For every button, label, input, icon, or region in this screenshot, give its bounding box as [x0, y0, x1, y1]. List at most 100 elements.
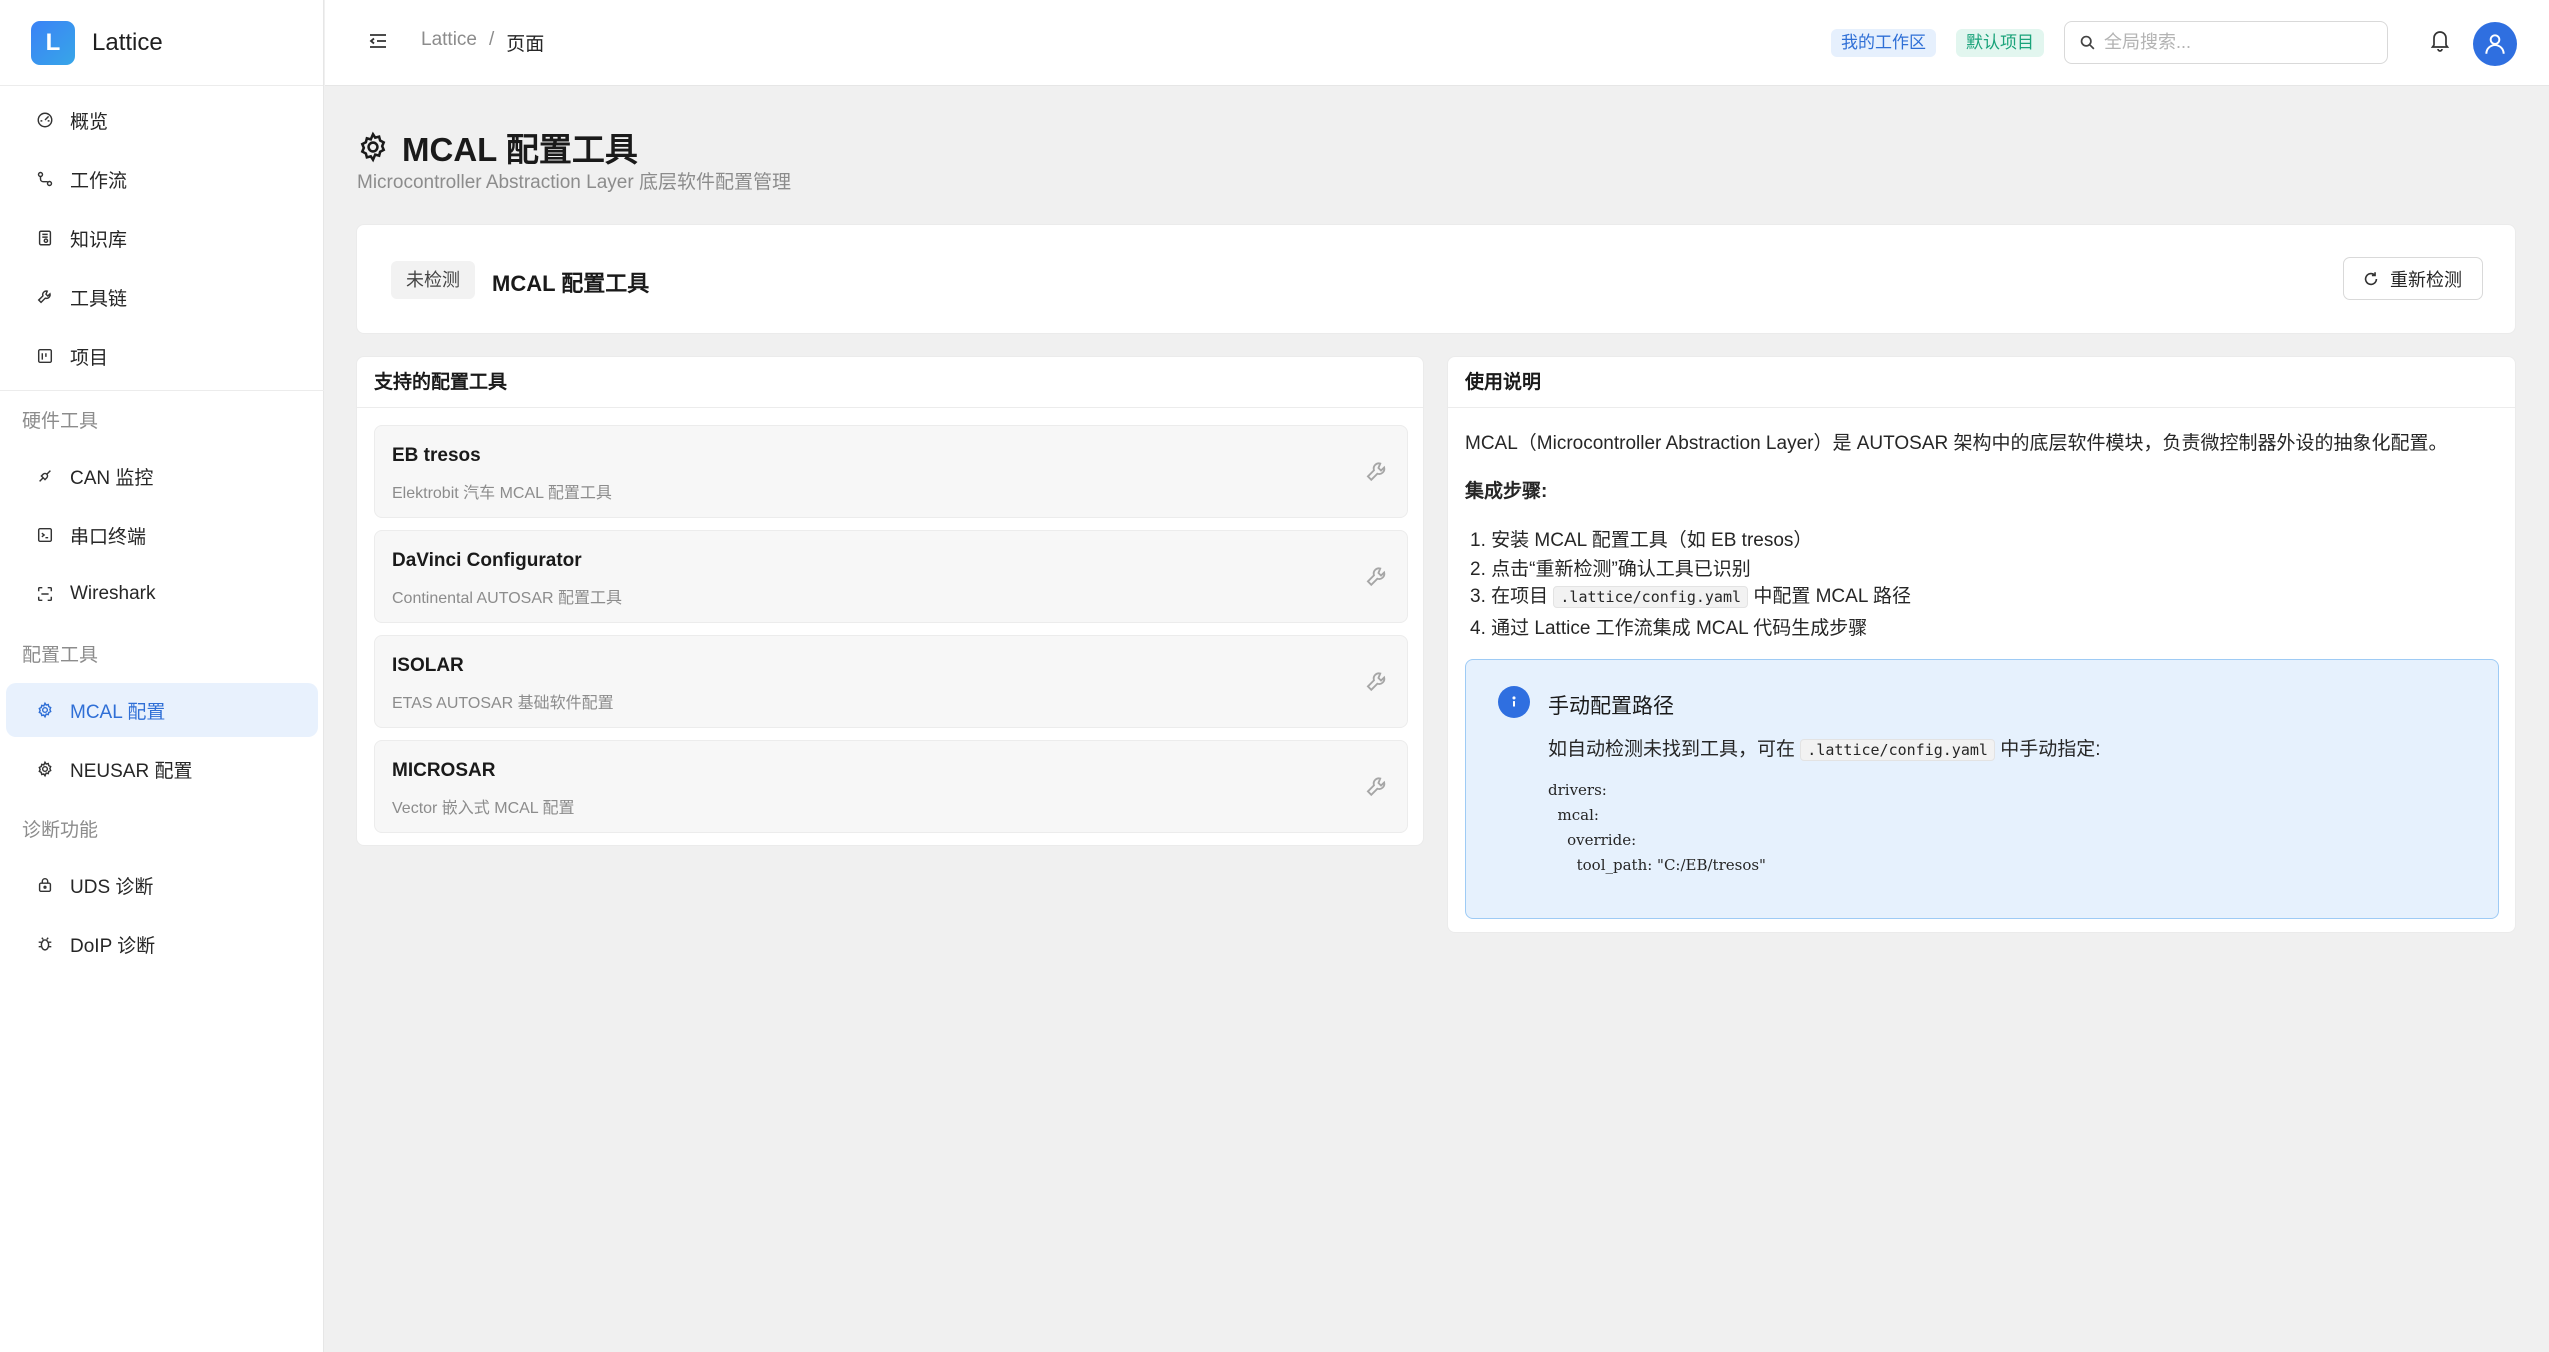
book-icon: [36, 229, 54, 247]
recheck-label: 重新检测: [2390, 269, 2462, 290]
sidebar-divider: [0, 390, 324, 391]
info-alert: 手动配置路径 如自动检测未找到工具，可在 .lattice/config.yam…: [1465, 659, 2499, 919]
sidebar-item-mcal-config[interactable]: MCAL 配置: [6, 683, 318, 737]
tool-desc: ETAS AUTOSAR 基础软件配置: [392, 695, 614, 712]
sidebar-item-can-monitor[interactable]: CAN 监控: [6, 449, 318, 503]
project-icon: [36, 347, 54, 365]
step-item: 2. 点击“重新检测”确认工具已识别: [1470, 559, 1751, 580]
search-input[interactable]: [2104, 32, 2374, 53]
info-title: 手动配置路径: [1548, 695, 1674, 718]
step-item: 1. 安装 MCAL 配置工具（如 EB tresos）: [1470, 530, 1813, 551]
wrench-icon: [1366, 462, 1386, 482]
project-tag[interactable]: 默认项目: [1956, 29, 2044, 57]
sidebar-item-label: 项目: [70, 347, 109, 369]
workflow-icon: [36, 170, 54, 188]
app-logo: L: [31, 20, 75, 65]
config-path-code: .lattice/config.yaml: [1800, 738, 1995, 761]
sidebar-item-neusar-config[interactable]: NEUSAR 配置: [6, 742, 318, 796]
top-bar: Lattice / 页面 我的工作区 默认项目: [325, 0, 2549, 86]
config-path-code: .lattice/config.yaml: [1553, 585, 1749, 608]
page-title-text: MCAL 配置工具: [402, 131, 638, 168]
sidebar-item-label: 知识库: [70, 229, 128, 251]
breadcrumb-current: 页面: [506, 34, 545, 55]
tool-name: EB tresos: [392, 445, 481, 466]
help-intro: MCAL（Microcontroller Abstraction Layer）是…: [1465, 433, 2448, 454]
gear-icon: [360, 131, 386, 163]
sidebar-item-doip[interactable]: DoIP 诊断: [6, 917, 318, 971]
tool-desc: Continental AUTOSAR 配置工具: [392, 590, 623, 607]
gear-icon: [36, 760, 54, 778]
bug-icon: [36, 935, 54, 953]
sidebar-item-label: DoIP 诊断: [70, 935, 156, 957]
sidebar-item-knowledge[interactable]: 知识库: [6, 211, 318, 265]
recheck-button[interactable]: 重新检测: [2343, 257, 2483, 300]
breadcrumb-separator: /: [488, 29, 495, 50]
tool-item-isolar[interactable]: ISOLAR ETAS AUTOSAR 基础软件配置: [374, 635, 1408, 728]
breadcrumb-root[interactable]: Lattice: [421, 29, 477, 56]
avatar[interactable]: [2473, 22, 2517, 66]
sidebar-item-uds[interactable]: UDS 诊断: [6, 858, 318, 912]
workspace-tag[interactable]: 我的工作区: [1831, 29, 1936, 57]
app-logo-row[interactable]: L Lattice: [0, 0, 323, 86]
sidebar-item-label: UDS 诊断: [70, 876, 154, 898]
sidebar-item-label: 工具链: [70, 288, 128, 310]
status-title: MCAL 配置工具: [492, 271, 650, 296]
sidebar-item-label: NEUSAR 配置: [70, 760, 193, 782]
tool-item-eb-tresos[interactable]: EB tresos Elektrobit 汽车 MCAL 配置工具: [374, 425, 1408, 518]
app-name: Lattice: [92, 28, 163, 56]
tool-name: ISOLAR: [392, 655, 464, 676]
tool-item-davinci[interactable]: DaVinci Configurator Continental AUTOSAR…: [374, 530, 1408, 623]
status-badge: 未检测: [391, 261, 475, 299]
sidebar-item-serial-terminal[interactable]: 串口终端: [6, 508, 318, 562]
sidebar: L Lattice 概览 工作流 知识库 工具链 项目 硬件工具 CAN 监控 …: [0, 0, 324, 1352]
sidebar-item-label: 概览: [70, 111, 109, 133]
section-title-diagnostics: 诊断功能: [22, 820, 99, 841]
sidebar-item-label: CAN 监控: [70, 467, 154, 489]
step-item: 4. 通过 Lattice 工作流集成 MCAL 代码生成步骤: [1470, 618, 1868, 639]
scan-icon: [36, 585, 54, 603]
step3-text: 3. 在项目: [1470, 586, 1549, 607]
bell-icon[interactable]: [2429, 28, 2451, 52]
section-title-hardware: 硬件工具: [22, 411, 99, 432]
tool-desc: Vector 嵌入式 MCAL 配置: [392, 800, 575, 817]
tool-name: MICROSAR: [392, 760, 496, 781]
info-desc: 如自动检测未找到工具，可在 .lattice/config.yaml 中手动指定…: [1548, 734, 2100, 761]
tools-card: 支持的配置工具 EB tresos Elektrobit 汽车 MCAL 配置工…: [356, 356, 1424, 846]
steps-title: 集成步骤:: [1465, 481, 1548, 502]
info-desc-text: 如自动检测未找到工具，可在: [1548, 739, 1796, 760]
tool-desc: Elektrobit 汽车 MCAL 配置工具: [392, 485, 612, 502]
sidebar-item-overview[interactable]: 概览: [6, 93, 318, 147]
wrench-icon: [1366, 777, 1386, 797]
breadcrumb: Lattice / 页面: [421, 29, 544, 56]
info-desc-text-post: 中手动指定:: [2000, 739, 2101, 760]
tool-name: DaVinci Configurator: [392, 550, 582, 571]
page-subtitle: Microcontroller Abstraction Layer 底层软件配置…: [357, 172, 791, 193]
config-code-block: drivers: mcal: override: tool_path: "C:/…: [1548, 781, 1766, 874]
tool-item-microsar[interactable]: MICROSAR Vector 嵌入式 MCAL 配置: [374, 740, 1408, 833]
status-card: 未检测 MCAL 配置工具 重新检测: [356, 224, 2516, 334]
help-card-header: 使用说明: [1448, 357, 2515, 408]
tools-card-header: 支持的配置工具: [357, 357, 1423, 408]
wrench-icon: [1366, 567, 1386, 587]
global-search[interactable]: [2064, 21, 2388, 64]
lock-icon: [36, 876, 54, 894]
wrench-icon: [36, 288, 54, 306]
sidebar-item-label: Wireshark: [70, 583, 156, 604]
user-icon: [2485, 34, 2505, 54]
sidebar-item-workflow[interactable]: 工作流: [6, 152, 318, 206]
gear-icon: [36, 701, 54, 719]
sidebar-item-label: 串口终端: [70, 526, 147, 548]
section-title-config: 配置工具: [22, 645, 99, 666]
sidebar-item-wireshark[interactable]: Wireshark: [6, 567, 318, 621]
help-card: 使用说明 MCAL（Microcontroller Abstraction La…: [1447, 356, 2516, 933]
info-icon: [1498, 686, 1530, 718]
page-title: MCAL 配置工具: [356, 123, 638, 171]
sidebar-item-label: 工作流: [70, 170, 128, 192]
terminal-icon: [36, 526, 54, 544]
sidebar-item-toolchain[interactable]: 工具链: [6, 270, 318, 324]
menu-toggle-icon[interactable]: [367, 30, 389, 52]
sidebar-item-project[interactable]: 项目: [6, 329, 318, 383]
step3-text-post: 中配置 MCAL 路径: [1753, 586, 1911, 607]
step-item: 3. 在项目 .lattice/config.yaml 中配置 MCAL 路径: [1470, 581, 1911, 608]
sidebar-item-label: MCAL 配置: [70, 701, 166, 723]
